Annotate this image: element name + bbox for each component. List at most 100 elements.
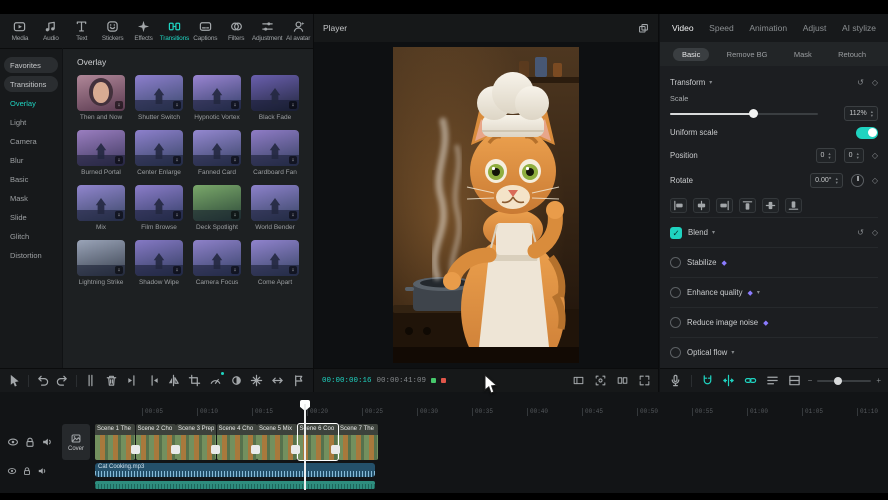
mirror-icon[interactable] — [164, 371, 183, 390]
transition-item[interactable]: ↓Camera Focus — [193, 240, 241, 286]
track-lock-icon[interactable] — [22, 466, 32, 476]
transition-marker-icon[interactable] — [291, 445, 300, 454]
sidebar-item-distortion[interactable]: Distortion — [4, 247, 58, 263]
track-mute-icon[interactable] — [37, 466, 47, 476]
transition-item[interactable]: ↓World Bender — [251, 185, 299, 231]
tab-video[interactable]: Video — [672, 23, 694, 33]
timeline-clip[interactable]: Scene 5 Mix — [257, 424, 297, 460]
magnet-icon[interactable] — [699, 371, 716, 390]
transition-thumbnail[interactable]: ↓ — [193, 130, 241, 166]
timeline-panel[interactable]: 00:05 00:10 00:15 00:20 00:25 00:30 00:3… — [0, 392, 888, 493]
zoom-slider[interactable] — [817, 380, 871, 382]
sidebar-item-slide[interactable]: Slide — [4, 209, 58, 225]
sidebar-item-mask[interactable]: Mask — [4, 190, 58, 206]
subtab-mask[interactable]: Mask — [785, 48, 821, 61]
tab-adjust[interactable]: Adjust — [803, 23, 827, 33]
align-bottom-icon[interactable] — [785, 198, 802, 213]
tab-animation[interactable]: Animation — [749, 23, 787, 33]
preview-stage[interactable] — [314, 42, 658, 368]
stepper-down-icon[interactable]: ▾ — [857, 156, 859, 160]
timeline-clip[interactable]: Scene 4 Cho — [217, 424, 257, 460]
reduce-noise-row[interactable]: Reduce image noise ◆ — [670, 307, 878, 337]
align-center-h-icon[interactable] — [693, 198, 710, 213]
transition-thumbnail[interactable]: ↓ — [77, 75, 125, 111]
mask-tool-icon[interactable] — [227, 371, 246, 390]
transition-item[interactable]: ↓Center Enlarge — [135, 130, 183, 176]
optical-flow-row[interactable]: Optical flow ▾ — [670, 337, 878, 367]
module-adjustment[interactable]: Adjustment — [252, 16, 282, 46]
transform-section-header[interactable]: Transform ▾ ↺ ◇ — [670, 72, 878, 92]
cover-button[interactable]: Cover — [62, 424, 90, 460]
module-text[interactable]: Text — [67, 16, 97, 46]
module-captions[interactable]: Captions — [190, 16, 220, 46]
transition-thumbnail[interactable]: ↓ — [193, 185, 241, 221]
transition-item[interactable]: ↓Black Fade — [251, 75, 299, 121]
module-media[interactable]: Media — [5, 16, 35, 46]
sidebar-item-basic[interactable]: Basic — [4, 171, 58, 187]
freeze-frame-icon[interactable] — [248, 371, 267, 390]
scale-slider[interactable] — [670, 113, 818, 115]
display-ratio-icon[interactable] — [573, 375, 584, 386]
reset-icon[interactable]: ↺ — [857, 228, 864, 237]
reset-icon[interactable]: ↺ — [857, 78, 864, 87]
transition-item[interactable]: ↓Shutter Switch — [135, 75, 183, 121]
checkbox-unchecked-icon[interactable] — [670, 347, 681, 358]
transition-item[interactable]: ↓Hypnotic Vortex — [193, 75, 241, 121]
tab-speed[interactable]: Speed — [709, 23, 734, 33]
module-ai-avatar[interactable]: AI avatar — [283, 16, 313, 46]
redo-icon[interactable] — [54, 371, 73, 390]
detach-player-icon[interactable] — [638, 23, 649, 34]
sidebar-item-overlay[interactable]: Overlay — [4, 95, 58, 111]
video-preview[interactable] — [393, 47, 579, 363]
zoom-in-icon[interactable]: + — [876, 376, 881, 385]
track-lock-icon[interactable] — [24, 436, 36, 448]
module-audio[interactable]: Audio — [36, 16, 66, 46]
align-right-icon[interactable] — [716, 198, 733, 213]
speed-icon[interactable] — [206, 371, 225, 390]
transition-thumbnail[interactable]: ↓ — [135, 75, 183, 111]
rotate-value-stepper[interactable]: 0.00° ▴▾ — [810, 173, 843, 188]
track-hide-icon[interactable] — [7, 466, 17, 476]
transition-thumbnail[interactable]: ↓ — [251, 75, 299, 111]
blend-row[interactable]: ✓ Blend ▾ ↺ ◇ — [670, 217, 878, 247]
timeline-clip[interactable]: Scene 7 The — [338, 424, 378, 460]
stepper-down-icon[interactable]: ▾ — [828, 156, 830, 160]
transition-item[interactable]: ↓Film Browse — [135, 185, 183, 231]
undo-icon[interactable] — [33, 371, 52, 390]
transition-thumbnail[interactable]: ↓ — [135, 240, 183, 276]
crop-icon[interactable] — [185, 371, 204, 390]
transition-thumbnail[interactable]: ↓ — [251, 185, 299, 221]
transition-item[interactable]: ↓Fanned Card — [193, 130, 241, 176]
trim-right-icon[interactable] — [144, 371, 163, 390]
tab-ai-stylize[interactable]: AI stylize — [842, 23, 876, 33]
module-stickers[interactable]: Stickers — [98, 16, 128, 46]
enhance-quality-row[interactable]: Enhance quality ◆ ▾ — [670, 277, 878, 307]
transition-marker-icon[interactable] — [171, 445, 180, 454]
transition-item[interactable]: ↓Cardboard Fan — [251, 130, 299, 176]
module-effects[interactable]: Effects — [129, 16, 159, 46]
adjust-view-icon[interactable] — [786, 371, 803, 390]
timeline-clip[interactable]: Scene 3 Prep — [176, 424, 216, 460]
track-height-icon[interactable] — [764, 371, 781, 390]
keyframe-icon[interactable]: ◇ — [872, 78, 878, 87]
transition-marker-icon[interactable] — [331, 445, 340, 454]
trim-left-icon[interactable] — [123, 371, 142, 390]
snap-icon[interactable] — [720, 371, 737, 390]
transition-thumbnail[interactable]: ↓ — [193, 240, 241, 276]
scale-value-stepper[interactable]: 112% ▴▾ — [844, 106, 878, 121]
delete-icon[interactable] — [102, 371, 121, 390]
subtab-retouch[interactable]: Retouch — [829, 48, 875, 61]
split-icon[interactable] — [81, 371, 100, 390]
sidebar-item-transitions[interactable]: Transitions — [4, 76, 58, 92]
transition-marker-icon[interactable] — [251, 445, 260, 454]
uniform-scale-toggle[interactable] — [856, 127, 878, 139]
mirror-preview-icon[interactable] — [617, 375, 628, 386]
playhead[interactable] — [304, 404, 306, 490]
transition-item[interactable]: ↓Lightning Strike — [77, 240, 125, 286]
sidebar-item-light[interactable]: Light — [4, 114, 58, 130]
stepper-down-icon[interactable]: ▾ — [871, 114, 873, 118]
transition-thumbnail[interactable]: ↓ — [77, 185, 125, 221]
checkbox-checked-icon[interactable]: ✓ — [670, 227, 682, 239]
keyframe-icon[interactable]: ◇ — [872, 228, 878, 237]
zoom-slider-handle[interactable] — [834, 377, 842, 385]
